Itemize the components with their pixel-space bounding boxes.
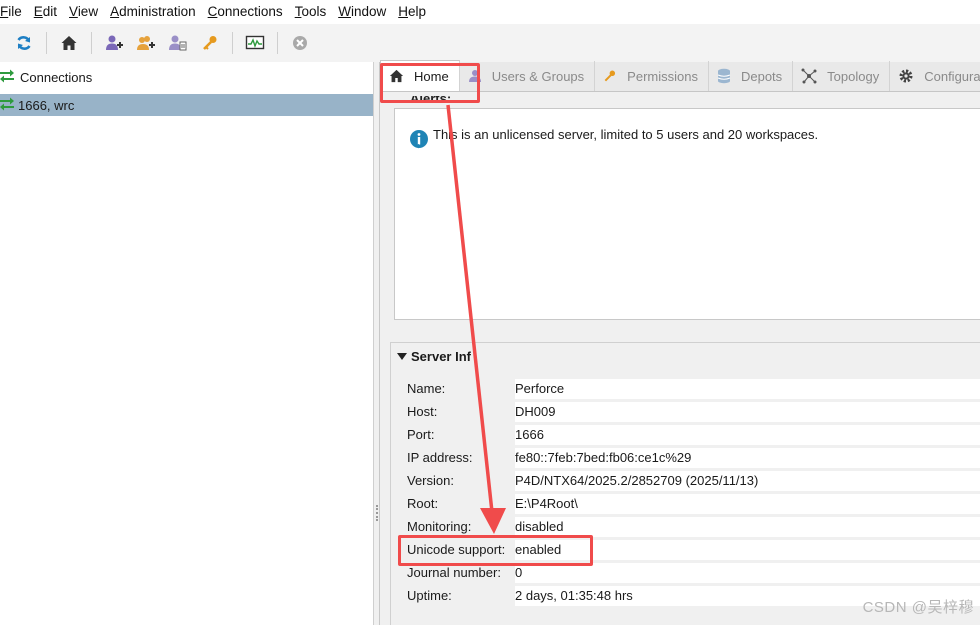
connection-item[interactable]: 1666, wrc <box>0 94 373 116</box>
info-row-root: Root: E:\P4Root\ <box>407 492 980 515</box>
splitter-grip[interactable] <box>376 505 378 521</box>
tab-users-groups-label: Users & Groups <box>491 68 585 84</box>
menu-administration[interactable]: Administration <box>104 0 202 24</box>
info-value: disabled <box>515 516 980 537</box>
tab-configuration-label: Configura <box>924 68 980 84</box>
info-row-host: Host: DH009 <box>407 400 980 423</box>
menu-edit[interactable]: Edit <box>28 0 63 24</box>
toolbar-separator <box>46 32 47 54</box>
alert-message: This is an unlicensed server, limited to… <box>433 127 819 142</box>
add-group-icon[interactable] <box>134 31 158 55</box>
info-row-port: Port: 1666 <box>407 423 980 446</box>
menu-view[interactable]: View <box>63 0 104 24</box>
tab-topology-label: Topology <box>827 68 880 84</box>
key-icon <box>603 69 617 83</box>
info-row-version: Version: P4D/NTX64/2025.2/2852709 (2025/1… <box>407 469 980 492</box>
info-label: Root: <box>407 496 439 511</box>
alert-item: This is an unlicensed server, limited to… <box>409 127 818 152</box>
collapse-triangle-icon[interactable] <box>397 353 407 360</box>
info-value: Perforce <box>515 378 980 399</box>
user-props-icon[interactable] <box>166 31 190 55</box>
info-label: Journal number: <box>407 565 501 580</box>
topology-icon <box>801 68 817 84</box>
tab-depots[interactable]: Depots <box>709 61 794 91</box>
menu-window[interactable]: Window <box>332 0 392 24</box>
info-label: Port: <box>407 427 435 442</box>
toolbar-separator <box>91 32 92 54</box>
server-info-section: Server Inf Name: Perforce Host: DH009 Port… <box>390 342 980 625</box>
info-value: fe80::7feb:7bed:fb06:ce1c%29 <box>515 447 980 468</box>
connections-panel: Connections 1666, wrc <box>0 62 374 625</box>
info-label: Name: <box>407 381 446 396</box>
server-info-title: Server Inf <box>411 349 471 364</box>
gear-icon <box>898 68 914 84</box>
menu-help[interactable]: Help <box>392 0 432 24</box>
add-user-icon[interactable] <box>102 31 126 55</box>
menu-tools[interactable]: Tools <box>289 0 333 24</box>
watermark: CSDN @吴梓穆 <box>862 599 974 616</box>
refresh-icon[interactable] <box>12 31 36 55</box>
toolbar <box>0 24 980 62</box>
connections-label: Connections <box>20 69 93 85</box>
toolbar-separator <box>232 32 233 54</box>
connections-header[interactable]: Connections <box>0 62 373 92</box>
toolbar-separator <box>277 32 278 54</box>
alerts-box: This is an unlicensed server, limited to… <box>394 108 980 320</box>
alerts-section: Alerts: This is an unlicensed server, li… <box>390 96 980 330</box>
home-icon[interactable] <box>57 31 81 55</box>
info-label: Version: <box>407 473 454 488</box>
monitor-icon[interactable] <box>243 31 267 55</box>
info-label: IP address: <box>407 450 473 465</box>
tab-depots-label: Depots <box>740 68 783 84</box>
menu-connections[interactable]: Connections <box>202 0 289 24</box>
key-icon[interactable] <box>198 31 222 55</box>
info-row-ip: IP address: fe80::7feb:7bed:fb06:ce1c%29 <box>407 446 980 469</box>
depot-icon <box>717 68 731 84</box>
connection-label: 1666, wrc <box>18 97 75 113</box>
info-row-name: Name: Perforce <box>407 377 980 400</box>
tab-permissions[interactable]: Permissions <box>595 61 709 91</box>
info-icon <box>409 129 429 152</box>
info-value: DH009 <box>515 401 980 422</box>
tab-users-groups[interactable]: Users & Groups <box>460 61 596 91</box>
info-value: P4D/NTX64/2025.2/2852709 (2025/11/13) <box>515 470 980 491</box>
info-label: Monitoring: <box>407 519 472 534</box>
connections-icon <box>0 69 16 86</box>
server-info-header[interactable]: Server Inf <box>397 349 471 364</box>
info-label: Uptime: <box>407 588 452 603</box>
tab-permissions-label: Permissions <box>627 68 698 84</box>
menu-bar: File Edit View Administration Connection… <box>0 0 980 24</box>
tab-topology[interactable]: Topology <box>793 61 891 91</box>
connection-icon <box>0 97 16 114</box>
home-tab-highlight <box>380 63 480 103</box>
info-label: Host: <box>407 404 438 419</box>
info-value: E:\P4Root\ <box>515 493 980 514</box>
menu-file[interactable]: File <box>0 0 28 24</box>
unicode-row-highlight <box>398 535 593 566</box>
info-value: 1666 <box>515 424 980 445</box>
server-info-rows: Name: Perforce Host: DH009 Port: 1666 IP ad… <box>407 377 980 607</box>
tab-configuration[interactable]: Configura <box>890 61 980 91</box>
stop-icon[interactable] <box>288 31 312 55</box>
